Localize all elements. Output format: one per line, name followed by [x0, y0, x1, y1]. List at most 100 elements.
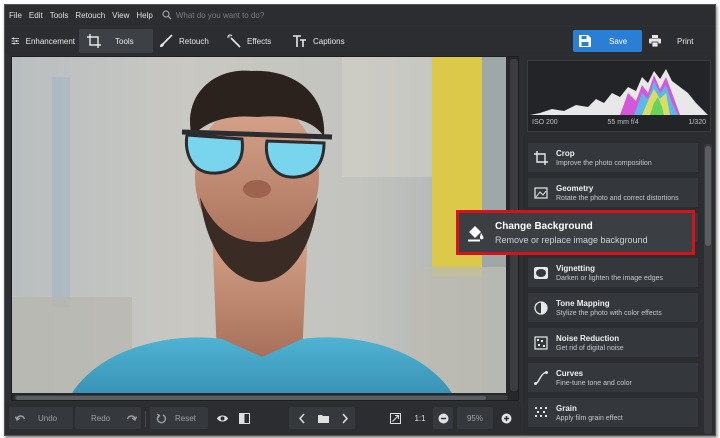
navigation-group: [289, 407, 355, 429]
bottom-toolbar: Undo Redo Reset 1:1 95%: [5, 403, 521, 435]
panel-scrollbar[interactable]: [704, 144, 712, 434]
photo-canvas[interactable]: [11, 56, 519, 401]
change-background-highlight[interactable]: Change Background Remove or replace imag…: [456, 210, 695, 255]
crop-icon: [534, 150, 548, 165]
scrollbar-thumb[interactable]: [16, 396, 486, 400]
menu-help[interactable]: Help: [136, 11, 152, 20]
paint-bucket-icon: [468, 225, 484, 241]
printer-icon: [649, 35, 661, 47]
tool-tone-mapping[interactable]: Tone Mapping Stylize the photo with color…: [527, 292, 699, 323]
grain-icon: [535, 406, 547, 417]
tool-geometry-desc: Rotate the photo and correct distortions: [556, 194, 679, 202]
redo-button[interactable]: Redo: [75, 407, 141, 429]
tool-grain-desc: Apply film grain effect: [556, 414, 623, 422]
vignette-icon: [534, 266, 548, 279]
tool-crop-name: Crop: [556, 148, 575, 158]
tool-crop-desc: Improve the photo composition: [556, 159, 652, 167]
curves-icon: [534, 370, 548, 385]
zoom-level[interactable]: 95%: [457, 407, 493, 429]
tool-curves[interactable]: Curves Fine-tune tone and color: [527, 362, 699, 393]
tool-vignetting[interactable]: Vignetting Darken or lighten the image ed…: [527, 257, 699, 288]
tab-captions-label: Captions: [313, 36, 345, 46]
save-button[interactable]: Save: [573, 30, 642, 52]
tool-vignetting-name: Vignetting: [556, 263, 595, 273]
separator: [145, 411, 146, 427]
menu-view[interactable]: View: [112, 11, 129, 20]
folder-icon[interactable]: [318, 413, 329, 424]
tool-noise-reduction-name: Noise Reduction: [556, 333, 620, 343]
tool-curves-desc: Fine-tune tone and color: [556, 379, 632, 387]
crop-icon: [87, 34, 101, 48]
photo-editor-window: File Edit Tools Retouch View Help What d…: [4, 4, 716, 436]
tab-tools-label: Tools: [115, 36, 134, 46]
tool-curves-name: Curves: [556, 368, 584, 378]
menu-retouch[interactable]: Retouch: [75, 11, 105, 20]
brush-icon: [160, 34, 173, 47]
print-button-label: Print: [677, 36, 694, 46]
reset-label: Reset: [175, 413, 196, 423]
zoom-out-button[interactable]: [433, 407, 453, 429]
tool-crop[interactable]: Crop Improve the photo composition: [527, 142, 699, 173]
iso-value: ISO 200: [532, 119, 558, 126]
tab-effects[interactable]: Effects: [227, 29, 285, 53]
actual-size-button[interactable]: 1:1: [411, 407, 429, 429]
tool-geometry-name: Geometry: [556, 183, 594, 193]
undo-button[interactable]: Undo: [9, 407, 73, 429]
undo-icon: [15, 414, 26, 421]
tool-tone-mapping-name: Tone Mapping: [556, 298, 610, 308]
menu-edit[interactable]: Edit: [29, 11, 43, 20]
canvas-horizontal-scrollbar[interactable]: [14, 395, 508, 400]
redo-icon: [126, 414, 138, 421]
exif-info: ISO 200 55 mm f/4 1/320: [528, 119, 710, 126]
tool-vignetting-desc: Darken or lighten the image edges: [556, 274, 664, 282]
histogram: ISO 200 55 mm f/4 1/320: [527, 60, 711, 132]
eye-icon: [216, 415, 228, 421]
chevron-right-icon[interactable]: [339, 413, 350, 424]
tab-enhancement-label: Enhancement: [25, 36, 75, 46]
menu-file[interactable]: File: [9, 11, 22, 20]
change-background-subtitle: Remove or replace image background: [495, 234, 648, 245]
zoom-in-button[interactable]: [497, 407, 515, 429]
preview-button[interactable]: [213, 407, 231, 429]
compare-button[interactable]: [235, 407, 253, 429]
tool-grain-name: Grain: [556, 403, 577, 413]
shutter-value: 1/320: [688, 119, 706, 126]
search-box[interactable]: What do you want to do?: [162, 10, 265, 20]
reset-button[interactable]: Reset: [150, 407, 208, 429]
fit-screen-icon: [389, 412, 401, 424]
tab-tools[interactable]: Tools: [79, 29, 153, 53]
print-button[interactable]: Print: [645, 30, 711, 52]
tab-bar: Enhancement Tools Retouch Effects Captio…: [5, 27, 715, 55]
chevron-left-icon[interactable]: [297, 413, 308, 424]
undo-label: Undo: [38, 413, 58, 423]
magic-wand-icon: [227, 34, 241, 48]
save-button-label: Save: [609, 36, 628, 46]
tool-geometry[interactable]: Geometry Rotate the photo and correct dis…: [527, 177, 699, 208]
search-placeholder[interactable]: What do you want to do?: [176, 11, 265, 20]
noise-icon: [534, 335, 548, 350]
lens-value: 55 mm f/4: [607, 119, 639, 126]
geometry-icon: [534, 186, 548, 199]
reset-icon: [156, 412, 167, 423]
text-icon: [293, 35, 306, 47]
fit-to-screen-button[interactable]: [387, 407, 403, 429]
tab-retouch-label: Retouch: [179, 36, 209, 46]
tab-enhancement[interactable]: Enhancement: [11, 29, 75, 53]
change-background-title: Change Background: [495, 220, 593, 232]
tool-noise-reduction-desc: Get rid of digital noise: [556, 344, 624, 352]
menu-bar: File Edit Tools Retouch View Help What d…: [5, 5, 715, 25]
actual-size-label: 1:1: [414, 413, 426, 423]
menu-tools[interactable]: Tools: [50, 11, 69, 20]
tool-noise-reduction[interactable]: Noise Reduction Get rid of digital noise: [527, 327, 699, 358]
panel-scrollbar-thumb[interactable]: [705, 146, 711, 246]
compare-icon: [238, 412, 250, 424]
plus-icon: [501, 413, 511, 423]
tab-retouch[interactable]: Retouch: [159, 29, 221, 53]
tone-icon: [534, 300, 548, 315]
search-icon: [162, 10, 172, 20]
histogram-chart: [530, 69, 708, 115]
tool-grain[interactable]: Grain Apply film grain effect: [527, 397, 699, 428]
tool-tone-mapping-desc: Stylize the photo with color effects: [556, 309, 662, 317]
zoom-value: 95%: [466, 413, 483, 423]
tab-captions[interactable]: Captions: [293, 29, 355, 53]
